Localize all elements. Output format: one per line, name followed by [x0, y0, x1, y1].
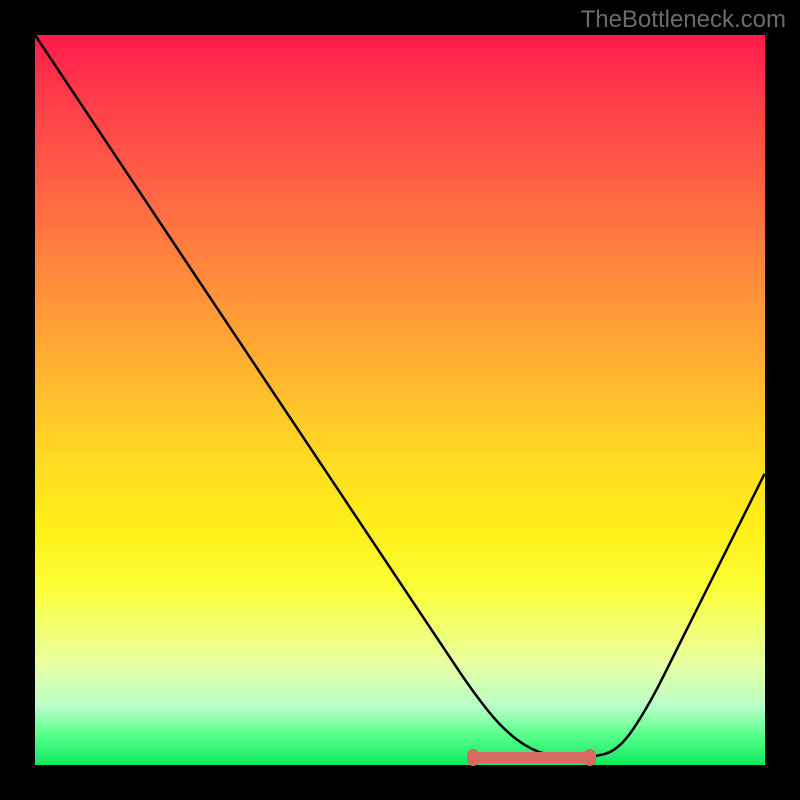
optimal-range-bar	[473, 752, 590, 763]
watermark-text: TheBottleneck.com	[581, 6, 786, 34]
chart-plot-area	[35, 35, 765, 765]
bottleneck-curve	[35, 35, 765, 765]
optimal-range-right-cap	[584, 749, 596, 766]
